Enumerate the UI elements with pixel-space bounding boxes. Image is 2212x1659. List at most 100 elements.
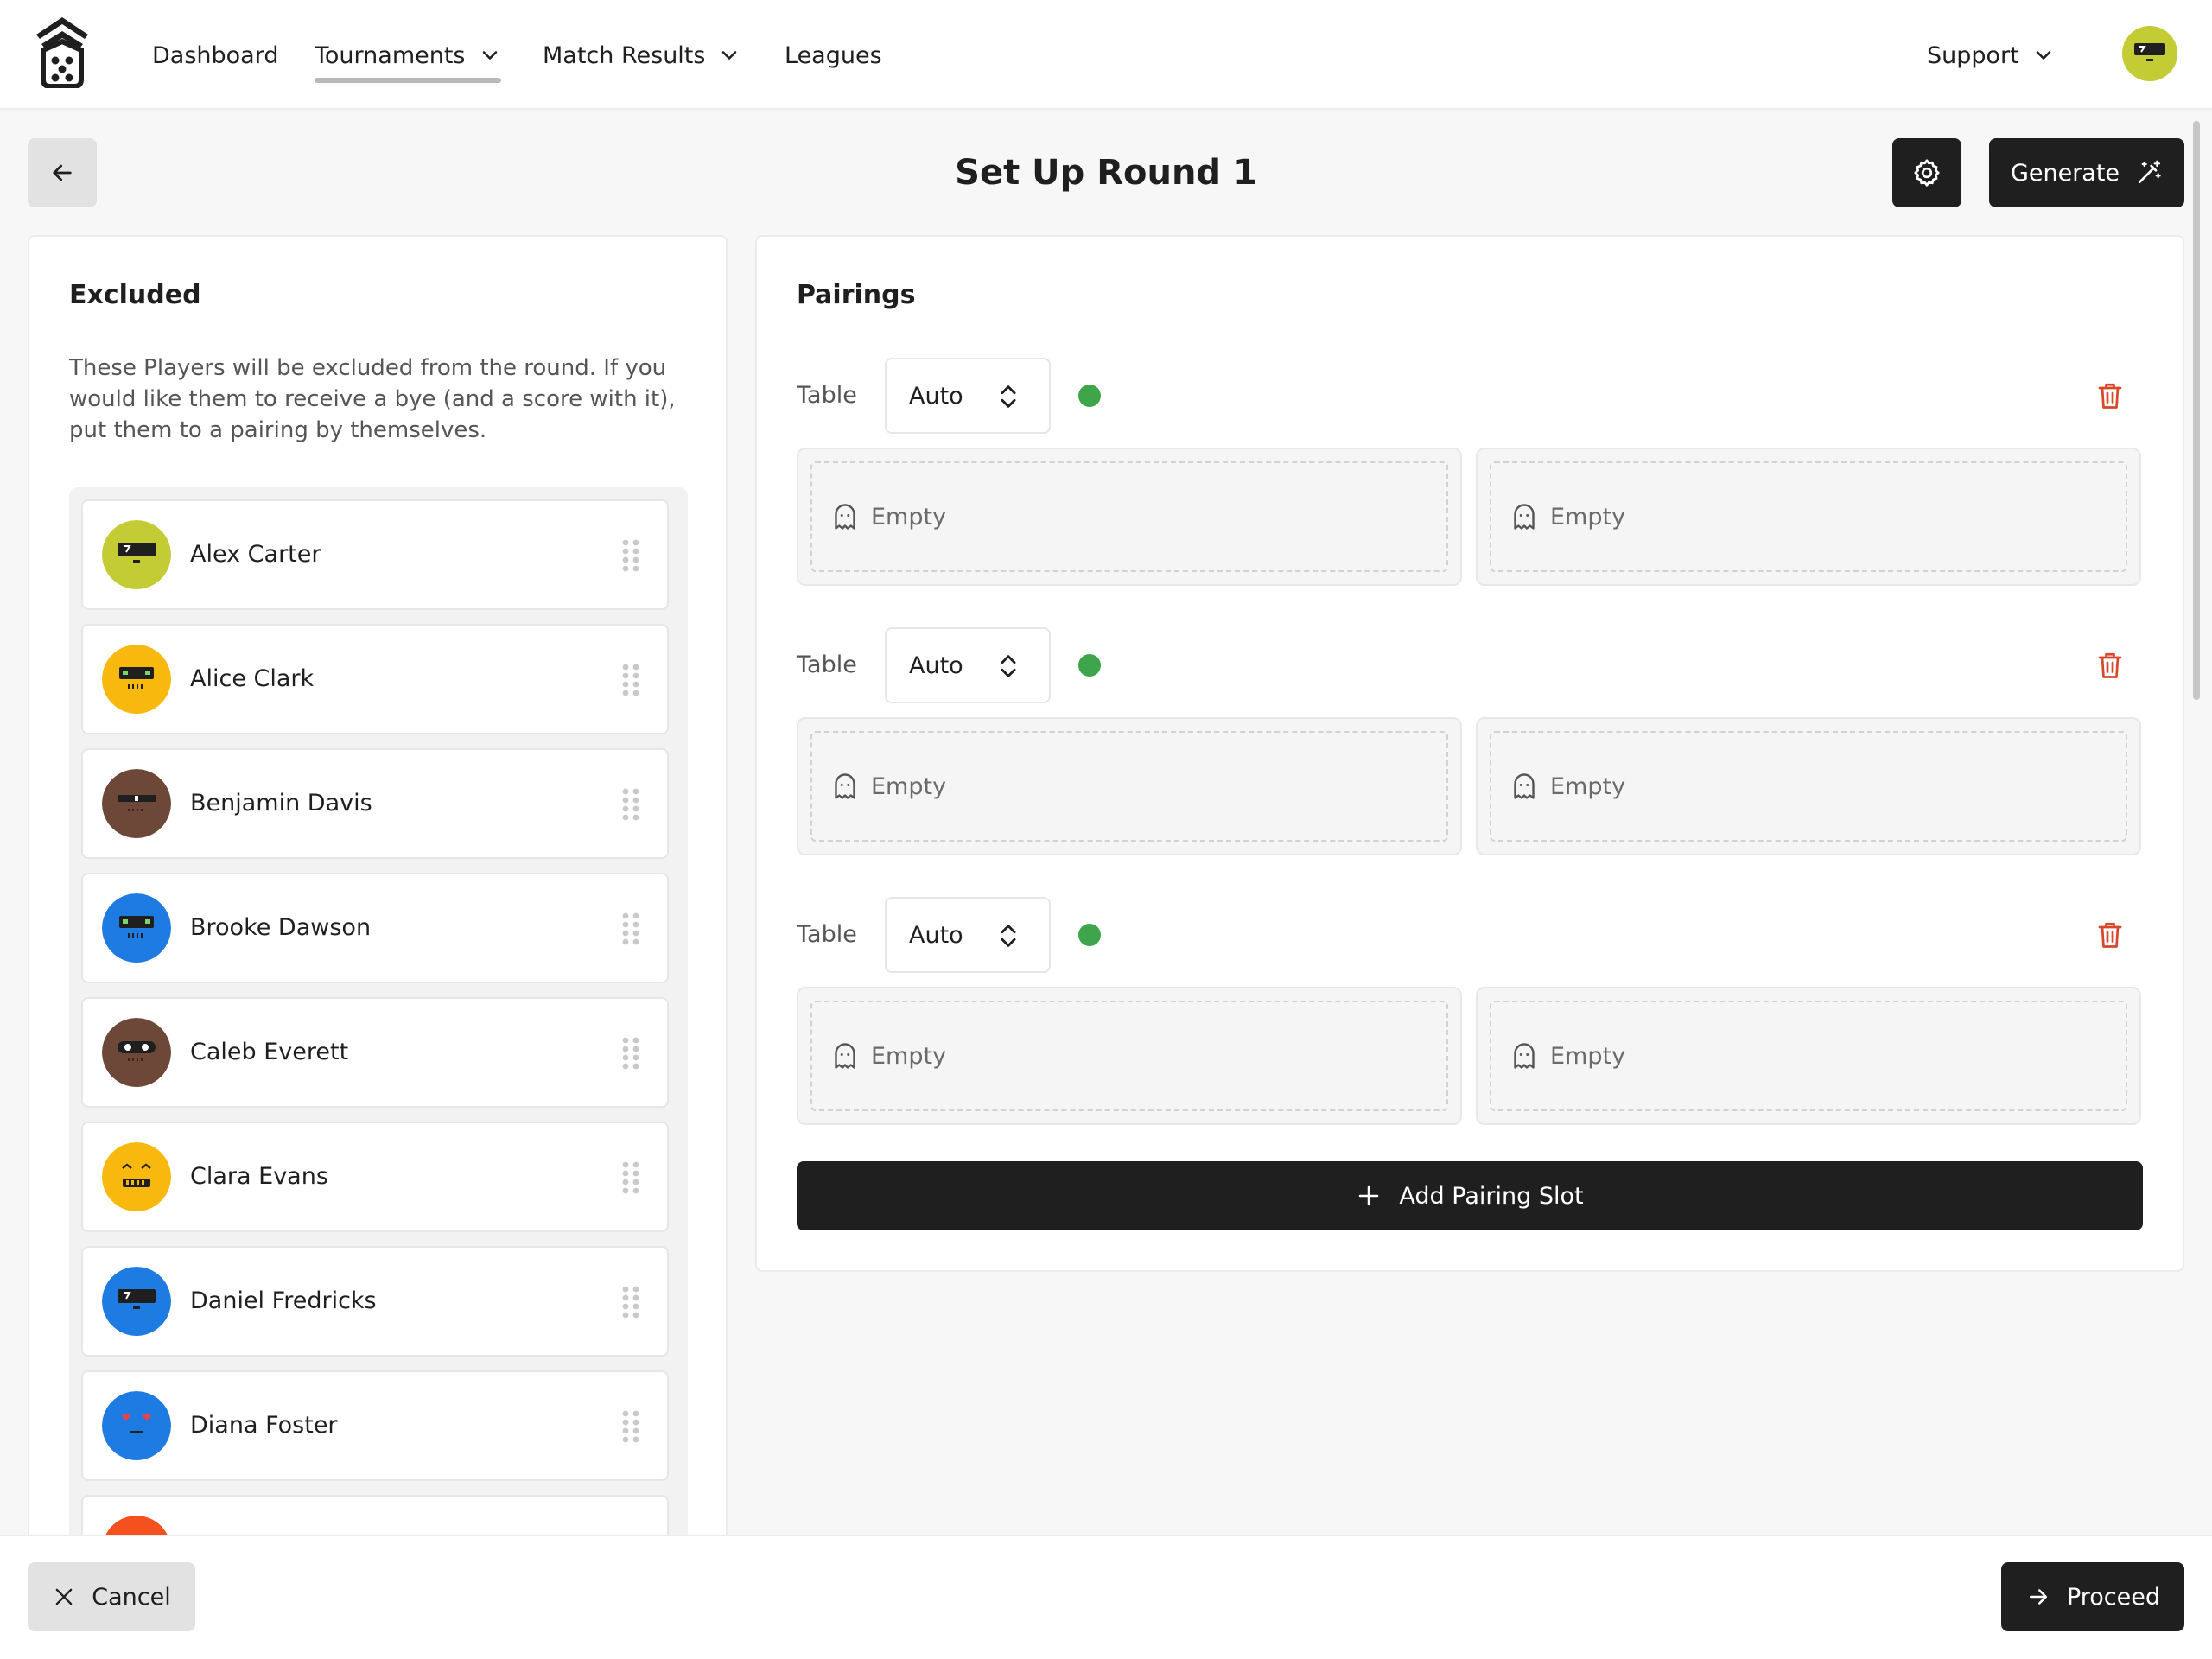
page-scrollbar[interactable] (2193, 121, 2200, 700)
pairing-slot-dropzone[interactable]: Empty (810, 731, 1448, 842)
player-card[interactable]: Clara Evans (81, 1122, 669, 1232)
pairing-slot-dropzone[interactable]: Empty (1490, 1001, 2127, 1111)
slot-empty-label: Empty (1550, 503, 1626, 531)
slot-empty-label: Empty (1550, 1042, 1626, 1070)
drag-handle-icon[interactable] (620, 1035, 641, 1070)
player-avatar (102, 1391, 171, 1460)
drag-handle-icon[interactable] (620, 537, 641, 572)
player-card[interactable]: Alice Clark (81, 624, 669, 734)
avatar-face (102, 520, 171, 589)
slot-empty-label: Empty (871, 503, 947, 531)
generate-label: Generate (2010, 159, 2120, 187)
player-card[interactable]: Benjamin Davis (81, 748, 669, 859)
player-card[interactable]: Brooke Dawson (81, 873, 669, 983)
player-card[interactable]: Diana Foster (81, 1370, 669, 1481)
chevron-down-icon (722, 51, 737, 60)
player-avatar (102, 769, 171, 838)
player-avatar (102, 1018, 171, 1087)
settings-button[interactable] (1892, 138, 1961, 207)
avatar-face (102, 1267, 171, 1336)
add-pairing-slot-button[interactable]: Add Pairing Slot (797, 1161, 2143, 1230)
pairing-slot-dropzone[interactable]: Empty (810, 1001, 1448, 1111)
excluded-description: These Players will be excluded from the … (69, 355, 676, 443)
nav-support-label: Support (1927, 41, 2019, 69)
nav-match-results[interactable]: Match Results (543, 36, 741, 74)
excluded-panel: Excluded These Players will be excluded … (28, 235, 728, 1652)
dice-house-logo[interactable] (35, 16, 90, 88)
gear-icon (1914, 159, 1940, 187)
pairings-title: Pairings (797, 280, 916, 310)
drag-handle-icon[interactable] (620, 1160, 641, 1194)
avatar-face (102, 645, 171, 714)
ghost-icon (835, 1043, 855, 1069)
top-navigation-bar: Dashboard Tournaments Match Results Leag… (0, 0, 2212, 110)
slot-empty-label: Empty (1550, 772, 1626, 800)
nav-match-results-label: Match Results (543, 41, 706, 69)
generate-button[interactable]: Generate (1989, 138, 2184, 207)
back-button[interactable] (28, 138, 97, 207)
avatar-face (102, 893, 171, 963)
player-avatar (102, 645, 171, 714)
nav-tournaments[interactable]: Tournaments (315, 36, 502, 74)
table-select-value: Auto (909, 921, 963, 949)
player-name: Alex Carter (190, 541, 321, 568)
slot-empty-label: Empty (871, 772, 947, 800)
chevron-up-down-icon (1001, 925, 1016, 947)
pairing-slot[interactable]: Empty (797, 448, 1462, 586)
pairing-slot[interactable]: Empty (1476, 448, 2141, 586)
table-select[interactable]: Auto (885, 627, 1051, 703)
pairing-slot[interactable]: Empty (797, 717, 1462, 855)
pairing-slot[interactable]: Empty (1476, 987, 2141, 1125)
pairing-slot[interactable]: Empty (797, 987, 1462, 1125)
chevron-up-down-icon (1001, 385, 1016, 408)
player-name: Clara Evans (190, 1163, 328, 1190)
user-avatar[interactable] (2122, 26, 2177, 81)
drag-handle-icon[interactable] (620, 786, 641, 821)
nav-leagues-label: Leagues (785, 41, 882, 69)
player-avatar (102, 1267, 171, 1336)
drag-handle-icon[interactable] (620, 1284, 641, 1319)
pairing-slot[interactable]: Empty (1476, 717, 2141, 855)
user-avatar-face (2134, 43, 2165, 61)
table-select[interactable]: Auto (885, 358, 1051, 434)
player-name: Benjamin Davis (190, 790, 372, 817)
status-dot (1078, 924, 1101, 946)
cancel-button[interactable]: Cancel (28, 1562, 195, 1631)
player-card[interactable]: Daniel Fredricks (81, 1246, 669, 1357)
pairing-slot-dropzone[interactable]: Empty (1490, 731, 2127, 842)
table-label: Table (797, 652, 857, 678)
avatar-face (102, 1142, 171, 1211)
plus-icon (1359, 1185, 1379, 1206)
slot-empty-label: Empty (871, 1042, 947, 1070)
table-select[interactable]: Auto (885, 897, 1051, 973)
nav-tournaments-label: Tournaments (315, 41, 466, 69)
avatar-face (102, 769, 171, 838)
pairing-slot-dropzone[interactable]: Empty (810, 461, 1448, 572)
player-name: Daniel Fredricks (190, 1287, 377, 1314)
cancel-label: Cancel (92, 1583, 171, 1611)
drag-handle-icon[interactable] (620, 662, 641, 696)
trash-icon[interactable] (2094, 650, 2126, 681)
proceed-button[interactable]: Proceed (2001, 1562, 2184, 1631)
status-dot (1078, 385, 1101, 407)
player-card[interactable]: Caleb Everett (81, 997, 669, 1108)
excluded-player-list[interactable]: Alex Carter Alice Clark Benjamin Davis Broo… (69, 487, 688, 1628)
footer-bar: Cancel Proceed (0, 1535, 2212, 1659)
table-select-value: Auto (909, 652, 963, 679)
trash-icon[interactable] (2094, 380, 2126, 411)
trash-icon[interactable] (2094, 919, 2126, 950)
nav-dashboard[interactable]: Dashboard (152, 36, 278, 74)
drag-handle-icon[interactable] (620, 911, 641, 945)
chevron-down-icon (2036, 51, 2051, 60)
drag-handle-icon[interactable] (620, 1408, 641, 1443)
nav-dashboard-label: Dashboard (152, 41, 279, 69)
table-select-value: Auto (909, 382, 963, 410)
nav-leagues[interactable]: Leagues (785, 36, 882, 74)
player-card[interactable]: Alex Carter (81, 499, 669, 610)
arrow-right-icon (2029, 1589, 2047, 1605)
player-name: Caleb Everett (190, 1039, 349, 1065)
nav-support[interactable]: Support (1927, 36, 2056, 74)
pairing-slot-dropzone[interactable]: Empty (1490, 461, 2127, 572)
player-avatar (102, 893, 171, 963)
app-root: Dashboard Tournaments Match Results Leag… (0, 0, 2212, 1659)
